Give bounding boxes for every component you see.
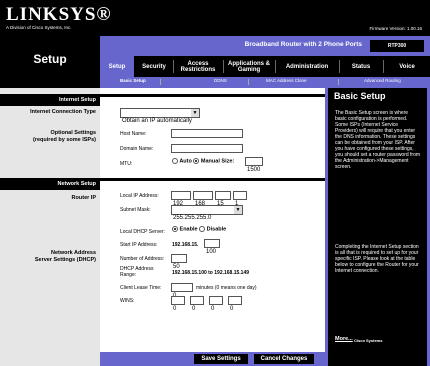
- model-number: RTP300: [370, 40, 424, 52]
- num-address-input[interactable]: 50: [171, 254, 187, 270]
- tab-security[interactable]: Security: [136, 56, 172, 77]
- mtu-options: Auto Manual Size:: [172, 158, 234, 164]
- more-link[interactable]: More...: [335, 336, 353, 342]
- dhcp-options: Enable Disable: [172, 226, 226, 232]
- tab-applications-gaming[interactable]: Applications & Gaming: [224, 56, 274, 77]
- label-dhcp: Network Address: [50, 250, 96, 256]
- tab-status[interactable]: Status: [340, 56, 382, 77]
- chevron-down-icon: ▼: [234, 206, 242, 214]
- label-optional-settings: Optional Settings: [50, 130, 96, 136]
- label-router-ip: Router IP: [71, 195, 96, 201]
- mtu-auto-label: Auto: [179, 158, 192, 165]
- mtu-manual-label: Manual: [200, 158, 220, 165]
- page-title: Setup: [0, 36, 100, 88]
- lease-note: minutes (0 means one day): [196, 285, 257, 291]
- local-ip-label: Local IP Address:: [120, 193, 159, 199]
- section-divider: [100, 178, 325, 181]
- subtab-divider: [160, 79, 161, 85]
- dhcp-disable-radio[interactable]: [199, 226, 206, 232]
- sub-tabs: Basic Setup DDNS MAC Address Clone Advan…: [100, 77, 430, 87]
- label-dhcp-sub: Server Settings (DHCP): [34, 257, 96, 263]
- product-name: Broadband Router with 2 Phone Ports: [244, 41, 362, 48]
- domain-name-input[interactable]: [171, 144, 243, 153]
- num-address-label: Number of Address:: [120, 256, 165, 262]
- sidebar: Internet Setup Internet Connection Type …: [0, 88, 100, 366]
- section-divider: [100, 94, 325, 97]
- start-ip-label: Start IP Address:: [120, 242, 158, 248]
- wins-label: WINS:: [120, 298, 135, 304]
- dhcp-enable-label: Enable: [179, 226, 198, 233]
- lease-time-label: Client Lease Time:: [120, 285, 162, 291]
- section-network-setup: Network Setup: [0, 178, 100, 190]
- main-tabs: Setup Security Access Restrictions Appli…: [100, 56, 430, 77]
- subtab-basic-setup[interactable]: Basic Setup: [120, 78, 146, 83]
- ip-octet-1[interactable]: 192: [171, 191, 191, 207]
- subtab-mac-address-clone[interactable]: MAC Address Clone: [266, 78, 307, 83]
- label-connection-type: Internet Connection Type: [30, 109, 96, 115]
- header-bar: LINKSYS® A Division of Cisco Systems, In…: [0, 0, 430, 36]
- subnet-select[interactable]: 255.255.255.0 ▼: [171, 205, 243, 221]
- wins-octet-1[interactable]: 0: [171, 296, 185, 312]
- dhcp-enable-radio[interactable]: [172, 226, 178, 232]
- wins-octet-4[interactable]: 0: [228, 296, 242, 312]
- help-paragraph-1: The Basic Setup screen is where basic co…: [335, 110, 421, 170]
- product-bar: Broadband Router with 2 Phone Ports RTP3…: [100, 36, 430, 56]
- connection-type-select[interactable]: Obtain an IP automatically ▼: [120, 108, 200, 124]
- lease-time-input[interactable]: 0: [171, 283, 193, 299]
- ip-octet-2[interactable]: 168: [193, 191, 213, 207]
- dhcp-disable-label: Disable: [206, 226, 227, 233]
- dhcp-range-label: DHCP Address Range:: [120, 266, 154, 278]
- tab-administration[interactable]: Administration: [276, 56, 338, 77]
- tab-voice[interactable]: Voice: [384, 56, 430, 77]
- subtab-divider: [338, 79, 339, 85]
- mtu-auto-radio[interactable]: [172, 158, 178, 164]
- mtu-manual-radio[interactable]: [193, 158, 200, 164]
- help-title: Basic Setup: [334, 91, 386, 101]
- linksys-logo: LINKSYS®: [6, 4, 112, 25]
- mtu-size-input[interactable]: 1500: [245, 157, 263, 173]
- label-optional-sub: (required by some ISPs): [33, 137, 96, 143]
- help-panel: Basic Setup The Basic Setup screen is wh…: [325, 88, 430, 366]
- chevron-down-icon: ▼: [191, 109, 199, 117]
- domain-name-label: Domain Name:: [120, 146, 154, 152]
- footer-bar: Save Settings Cancel Changes: [100, 352, 325, 366]
- subtab-divider: [248, 79, 249, 85]
- subnet-label: Subnet Mask:: [120, 207, 151, 213]
- wins-octet-2[interactable]: 0: [190, 296, 204, 312]
- section-internet-setup: Internet Setup: [0, 94, 100, 106]
- tab-setup[interactable]: Setup: [100, 56, 134, 77]
- tab-access-restrictions[interactable]: Access Restrictions: [174, 56, 222, 77]
- ip-octet-4[interactable]: 1: [233, 191, 247, 207]
- subtab-ddns[interactable]: DDNS: [214, 78, 227, 83]
- logo-subtitle: A Division of Cisco Systems, Inc.: [6, 25, 72, 30]
- dhcp-range-value: 192.168.15.100 to 192.168.15.149: [172, 270, 250, 276]
- subtab-advanced-routing[interactable]: Advanced Routing: [364, 78, 401, 83]
- host-name-input[interactable]: [171, 129, 243, 138]
- wins-octet-3[interactable]: 0: [209, 296, 223, 312]
- cancel-changes-button[interactable]: Cancel Changes: [254, 354, 314, 364]
- mtu-size-label: Size:: [221, 158, 235, 165]
- dhcp-server-label: Local DHCP Server:: [120, 229, 165, 235]
- save-settings-button[interactable]: Save Settings: [194, 354, 248, 364]
- ip-octet-3[interactable]: 15: [215, 191, 231, 207]
- mtu-label: MTU:: [120, 161, 133, 167]
- start-ip-input[interactable]: 100: [204, 239, 220, 255]
- cisco-logo: Cisco Systems: [354, 338, 383, 343]
- host-name-label: Host Name:: [120, 131, 147, 137]
- firmware-version: Firmware Version: 1.00.16: [369, 26, 422, 31]
- help-paragraph-2: Completing the Internet Setup section is…: [335, 244, 419, 274]
- start-ip-prefix: 192.168.15.: [172, 242, 199, 248]
